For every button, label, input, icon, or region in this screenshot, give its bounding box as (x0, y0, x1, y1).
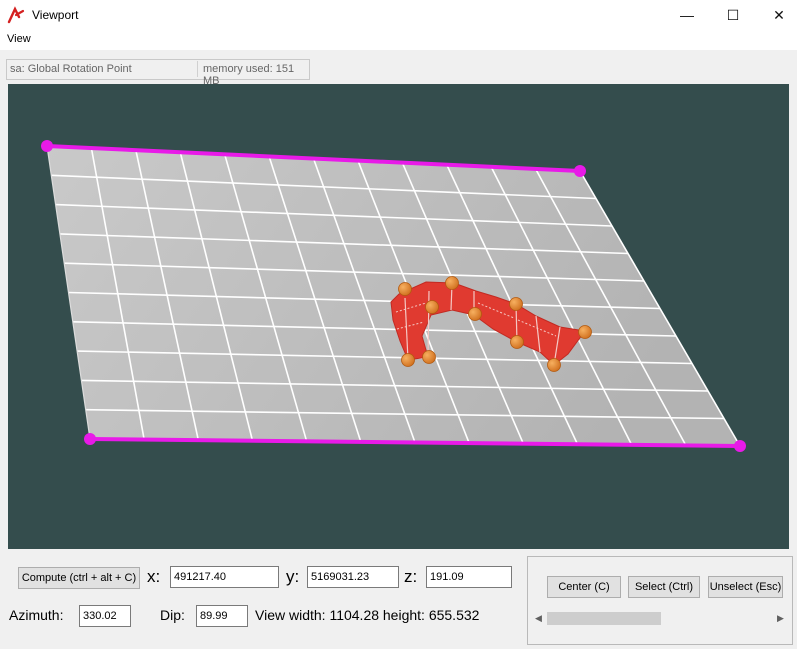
close-icon: ✕ (773, 7, 785, 23)
title-bar: Viewport — ☐ ✕ (0, 0, 797, 30)
control-point (445, 276, 459, 290)
z-label: z: (404, 567, 418, 586)
control-point (425, 300, 439, 314)
menu-bar: View (0, 30, 797, 50)
horizontal-scrollbar[interactable]: ◀ ▶ (530, 610, 789, 627)
unselect-button[interactable]: Unselect (Esc) (708, 576, 783, 598)
menu-view[interactable]: View (7, 33, 31, 45)
status-bar: sa: Global Rotation Point memory used: 1… (6, 59, 310, 87)
close-button[interactable]: ✕ (756, 0, 797, 30)
center-button[interactable]: Center (C) (547, 576, 621, 598)
window-title: Viewport (32, 8, 79, 22)
boundary-corner-point (734, 440, 746, 452)
minimize-icon: — (680, 7, 694, 23)
maximize-button[interactable]: ☐ (710, 0, 756, 30)
control-point (468, 307, 482, 321)
boundary-corner-point (41, 140, 53, 152)
compute-button[interactable]: Compute (ctrl + alt + C) (18, 567, 140, 589)
maximize-icon: ☐ (726, 7, 740, 23)
azimuth-input[interactable]: 330.02 (79, 605, 131, 627)
dip-label: Dip: (160, 607, 185, 623)
control-point (509, 297, 523, 311)
control-point (398, 282, 412, 296)
dip-input[interactable]: 89.99 (196, 605, 248, 627)
scrollbar-thumb[interactable] (547, 612, 661, 625)
x-input[interactable]: 491217.40 (170, 566, 279, 588)
status-separator (197, 61, 198, 77)
y-input[interactable]: 5169031.23 (307, 566, 399, 588)
boundary-corner-point (574, 165, 586, 177)
azimuth-label: Azimuth: (9, 607, 64, 623)
3d-viewport[interactable] (8, 84, 789, 549)
control-point (578, 325, 592, 339)
control-point (547, 358, 561, 372)
y-label: y: (286, 567, 300, 586)
x-label: x: (147, 567, 161, 586)
scene-canvas[interactable] (8, 84, 789, 549)
control-point (422, 350, 436, 364)
arrow-right-icon[interactable]: ▶ (772, 610, 789, 627)
plane-surface[interactable] (47, 146, 740, 446)
view-controls-group (527, 556, 793, 645)
z-input[interactable]: 191.09 (426, 566, 512, 588)
view-size-info: View width: 1104.28 height: 655.532 (255, 607, 480, 623)
control-point (401, 353, 415, 367)
status-selection: sa: Global Rotation Point (10, 63, 132, 75)
arrow-left-icon[interactable]: ◀ (530, 610, 547, 627)
boundary-corner-point (84, 433, 96, 445)
select-button[interactable]: Select (Ctrl) (628, 576, 700, 598)
control-point (510, 335, 524, 349)
app-logo-icon (7, 6, 25, 24)
minimize-button[interactable]: — (664, 0, 710, 30)
